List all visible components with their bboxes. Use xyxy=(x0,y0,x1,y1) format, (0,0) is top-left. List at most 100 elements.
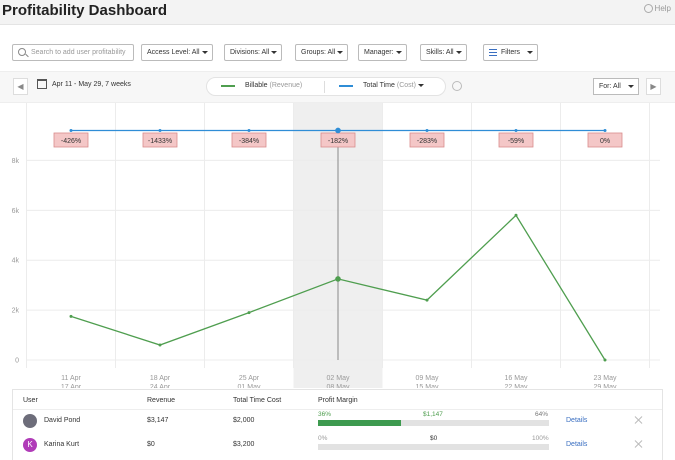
table-row[interactable]: David Pond $3,147 $2,000 36% $1,147 64% … xyxy=(13,409,662,432)
manager-label: Manager: xyxy=(364,49,394,56)
x-tick-label: 25 Apr xyxy=(239,375,260,382)
col-cost: Total Time Cost xyxy=(233,397,282,404)
x-tick-label: 16 May xyxy=(505,375,528,382)
margin-badge-label: -182% xyxy=(328,138,348,145)
legend-divider xyxy=(324,81,325,93)
y-tick-label: 4k xyxy=(12,258,20,265)
date-range-picker[interactable]: Apr 11 - May 29, 7 weeks xyxy=(37,79,131,89)
user-profitability-table: User Revenue Total Time Cost Profit Marg… xyxy=(12,389,663,460)
page-title: Profitability Dashboard xyxy=(2,2,168,19)
help-label: Help xyxy=(654,4,671,13)
x-tick-label: 18 Apr xyxy=(150,375,171,382)
x-tick-label: 29 May xyxy=(594,384,617,388)
y-tick-label: 6k xyxy=(12,208,20,215)
calendar-icon xyxy=(37,79,47,89)
filter-bar: Search to add user profitability Access … xyxy=(0,25,675,72)
margin-bar xyxy=(318,420,549,426)
access-level-label: Access Level: All xyxy=(147,49,200,56)
profit-value: $0 xyxy=(430,435,438,442)
chart-legend: Billable (Revenue) Total Time (Cost) xyxy=(206,77,446,96)
groups-dropdown[interactable]: Groups: All xyxy=(295,44,349,61)
profit-value: $1,147 xyxy=(423,411,443,418)
margin-pct-right: 64% xyxy=(535,411,549,418)
legend-billable[interactable]: Billable (Revenue) xyxy=(221,82,302,89)
details-link[interactable]: Details xyxy=(566,441,587,448)
x-tick-label: 08 May xyxy=(327,384,350,388)
chevron-down-icon xyxy=(395,51,402,54)
table-row[interactable]: K Karina Kurt $0 $3,200 0% $0 100% Detai… xyxy=(13,434,662,456)
revenue-value: $3,147 xyxy=(147,417,169,424)
skills-label: Skills: All xyxy=(426,49,454,56)
dashboard-panel: Search to add user profitability Access … xyxy=(0,24,675,460)
revenue-point xyxy=(335,276,341,282)
chevron-down-icon xyxy=(628,85,634,88)
close-icon[interactable] xyxy=(634,415,644,425)
divisions-dropdown[interactable]: Divisions: All xyxy=(224,44,283,61)
search-placeholder: Search to add user profitability xyxy=(31,49,126,56)
chevron-down-icon xyxy=(527,51,533,54)
margin-pct-left: 0% xyxy=(318,435,328,442)
y-tick-label: 8k xyxy=(12,158,20,165)
for-dropdown[interactable]: For: All xyxy=(593,78,639,95)
x-tick-label: 15 May xyxy=(416,384,439,388)
margin-badge-label: -283% xyxy=(417,138,437,145)
groups-label: Groups: All xyxy=(301,49,336,56)
revenue-point xyxy=(603,358,607,362)
for-label: For: All xyxy=(599,83,621,90)
close-icon[interactable] xyxy=(634,439,644,449)
cost-point xyxy=(335,127,341,134)
chevron-down-icon xyxy=(201,51,208,54)
legend-total-sub: (Cost) xyxy=(396,82,416,89)
filters-label: Filters xyxy=(501,49,521,56)
col-revenue: Revenue xyxy=(147,397,176,404)
cost-value: $3,200 xyxy=(233,441,255,448)
x-tick-label: 01 May xyxy=(238,384,261,388)
cost-value: $2,000 xyxy=(233,417,255,424)
margin-pct-left: 36% xyxy=(318,411,332,418)
user-name: David Pond xyxy=(44,417,81,424)
chart-toolbar: ◀ Apr 11 - May 29, 7 weeks Billable (Rev… xyxy=(0,72,675,103)
x-tick-label: 09 May xyxy=(416,375,439,382)
chevron-down-icon xyxy=(271,51,278,54)
skills-dropdown[interactable]: Skills: All xyxy=(420,44,467,61)
cost-point xyxy=(158,128,162,132)
x-tick-label: 22 May xyxy=(505,384,528,388)
filters-button[interactable]: Filters xyxy=(483,44,538,61)
next-period-button[interactable]: ▶ xyxy=(646,78,661,95)
legend-total-time[interactable]: Total Time (Cost) xyxy=(339,82,424,89)
margin-badge-label: -426% xyxy=(61,138,81,145)
chevron-down-icon xyxy=(455,51,462,54)
details-link[interactable]: Details xyxy=(566,417,587,424)
avatar: K xyxy=(23,438,37,452)
y-tick-label: 2k xyxy=(12,308,20,315)
search-input[interactable]: Search to add user profitability xyxy=(12,44,134,61)
date-range-label: Apr 11 - May 29, 7 weeks xyxy=(52,80,131,88)
margin-badge-label: -59% xyxy=(508,138,524,145)
help-icon xyxy=(643,4,653,13)
col-user: User xyxy=(23,397,38,404)
revenue-point xyxy=(158,343,162,347)
chevron-down-icon xyxy=(337,51,344,54)
legend-billable-swatch xyxy=(221,84,235,87)
chevron-down-icon xyxy=(417,83,424,87)
clock-icon[interactable] xyxy=(452,81,462,91)
avatar xyxy=(23,414,37,428)
user-name: Karina Kurt xyxy=(44,441,80,448)
filter-lines-icon xyxy=(489,49,497,56)
prev-period-button[interactable]: ◀ xyxy=(13,78,28,95)
access-level-dropdown[interactable]: Access Level: All xyxy=(141,44,213,61)
revenue-point xyxy=(69,314,73,318)
cost-point xyxy=(69,128,73,132)
margin-badge-label: -384% xyxy=(239,138,259,145)
help-link[interactable]: Help xyxy=(643,4,671,13)
profitability-chart: 0 2k 4k 6k 8k -426% -1433% -384% -182% -283% -59% 0… xyxy=(12,103,660,388)
manager-dropdown[interactable]: Manager: xyxy=(358,44,407,61)
revenue-point xyxy=(425,298,429,302)
margin-pct-right: 100% xyxy=(532,435,549,442)
legend-total-swatch xyxy=(339,84,353,87)
margin-badge-label: 0% xyxy=(600,138,610,145)
cost-point xyxy=(603,128,607,132)
x-tick-label: 24 Apr xyxy=(150,384,171,388)
cost-point xyxy=(247,128,251,132)
legend-total-label: Total Time xyxy=(363,82,395,89)
